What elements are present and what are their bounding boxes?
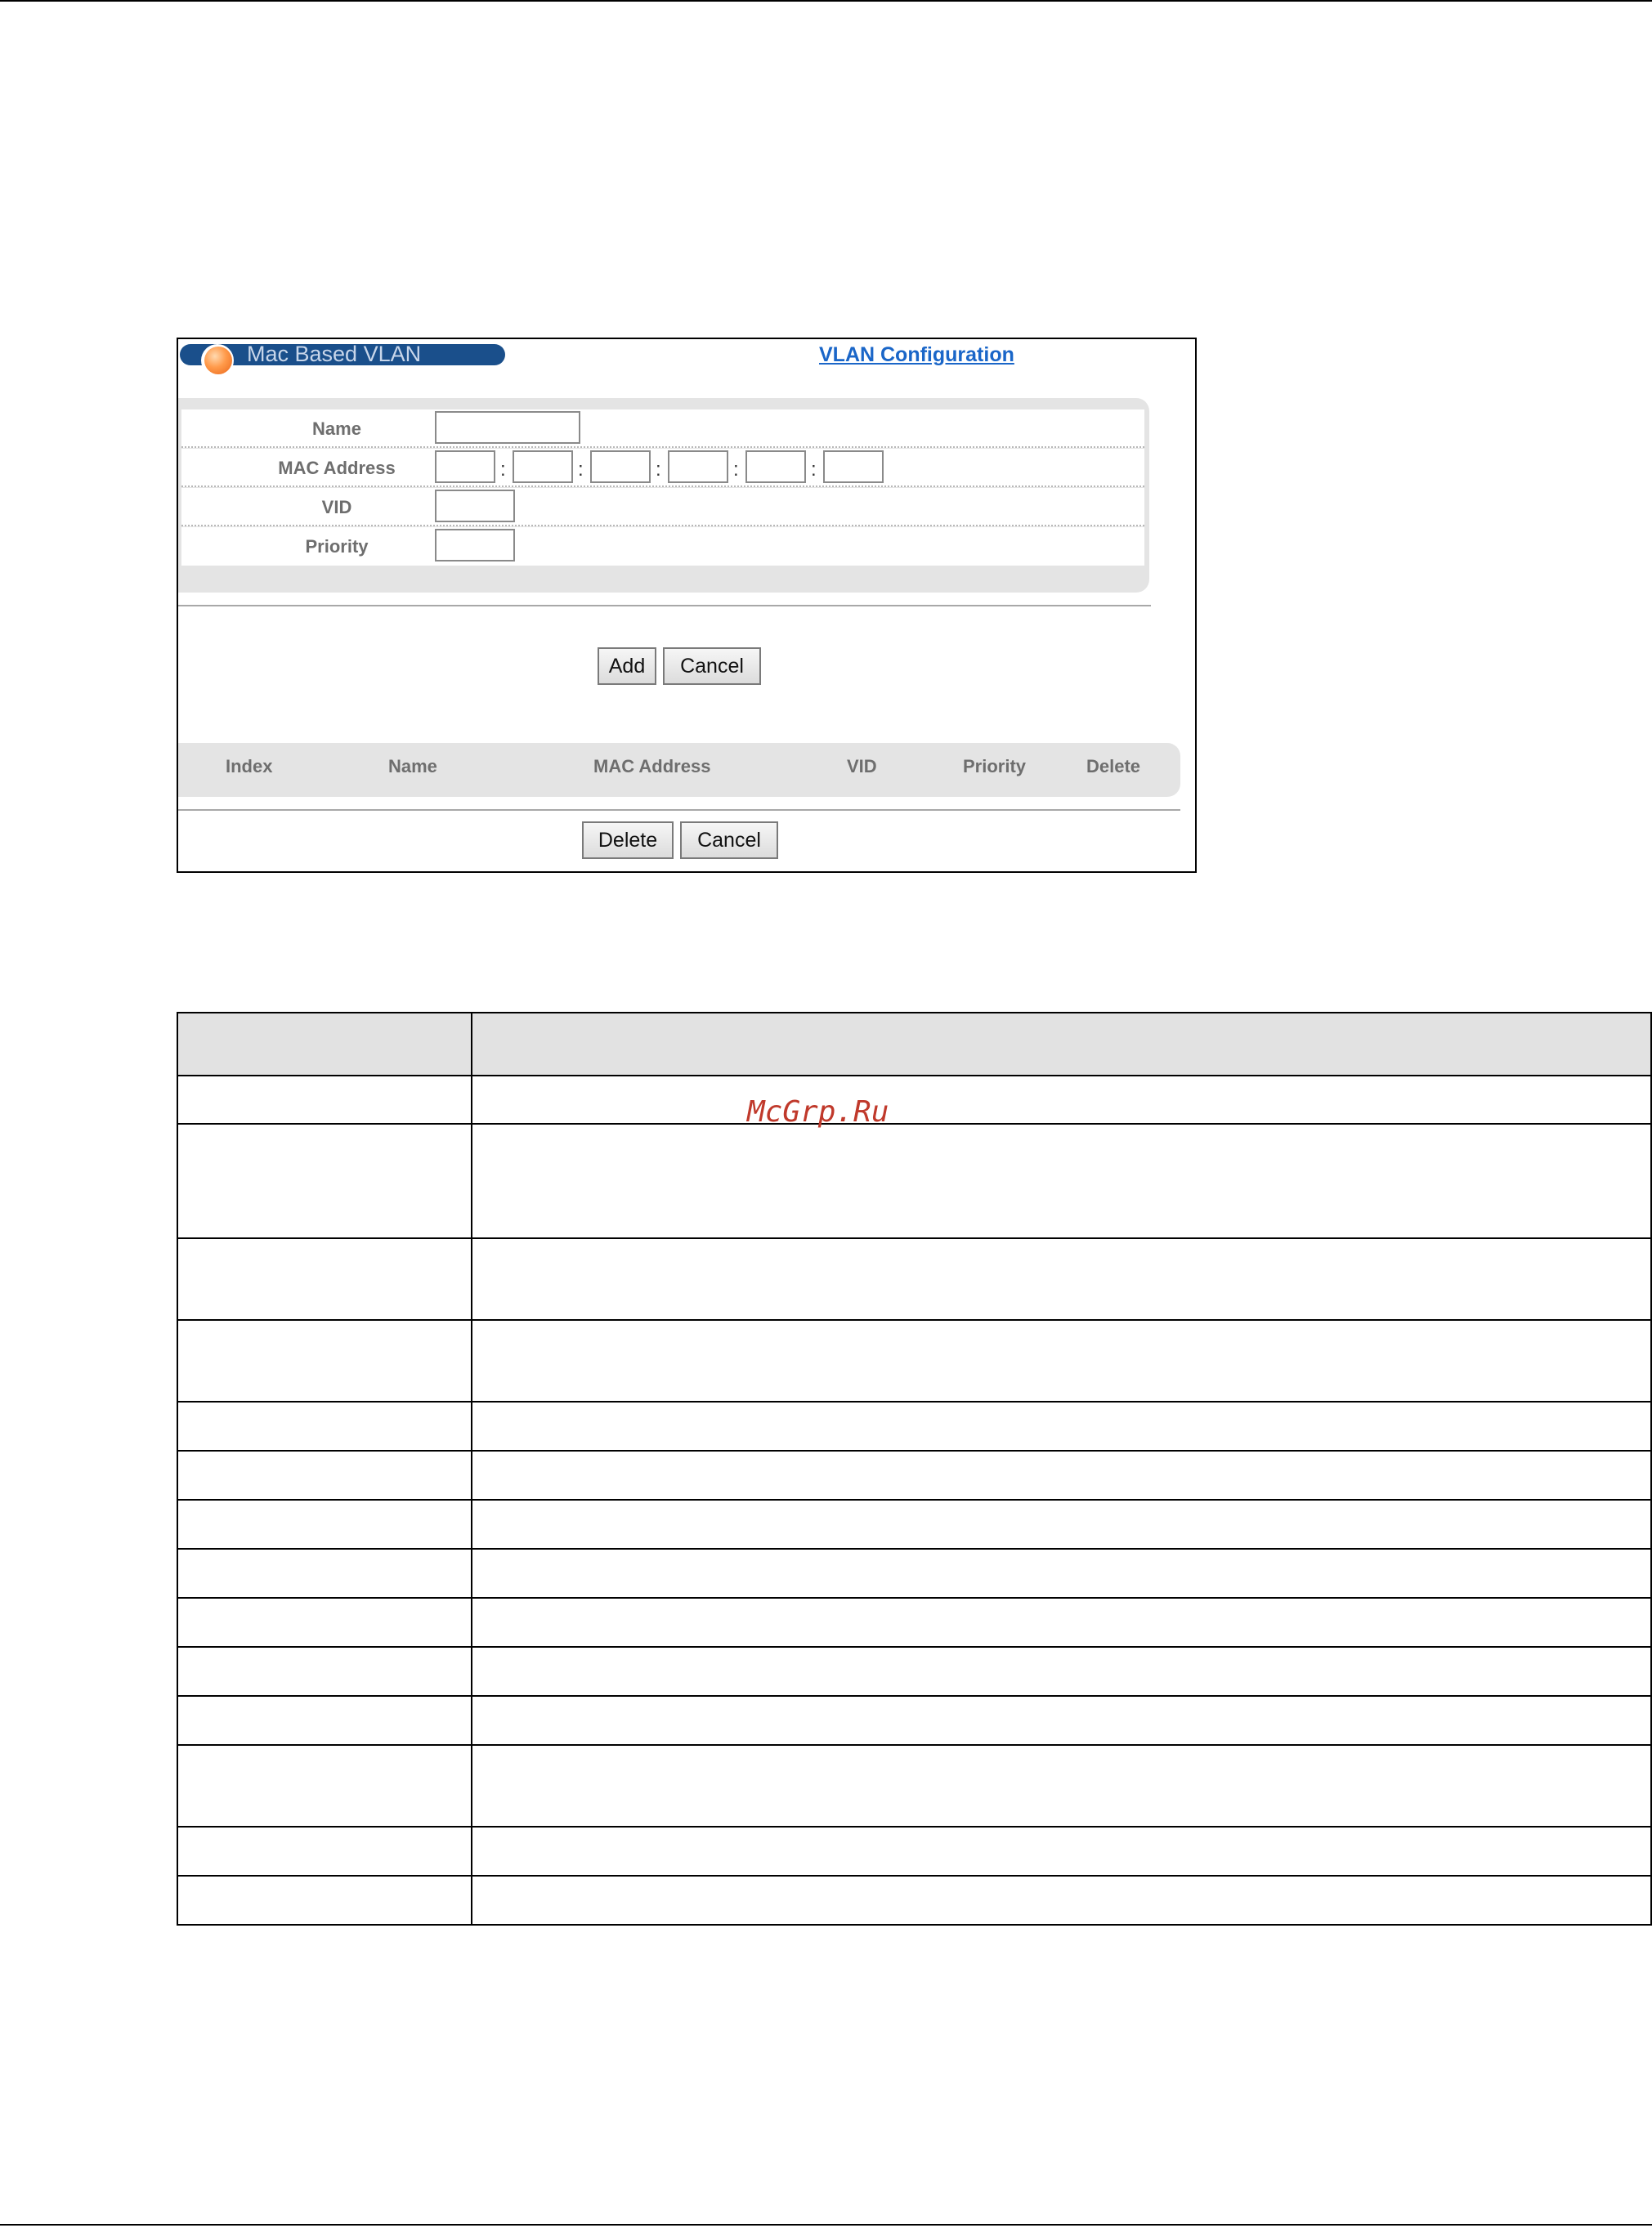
table-header-row (177, 1012, 1652, 1076)
priority-input[interactable] (435, 529, 515, 561)
table-cell (471, 1499, 1652, 1550)
mac-separator: : (578, 459, 584, 481)
table-cell (471, 1319, 1652, 1403)
table-cell (177, 1744, 472, 1828)
table-row (177, 1695, 1652, 1746)
table-cell (471, 1123, 1652, 1239)
table-cell (471, 1450, 1652, 1501)
mac-separator: : (500, 459, 506, 481)
form-row-mac-address: MAC Address : : : : : (181, 449, 1144, 487)
table-row (177, 1875, 1652, 1926)
add-button[interactable]: Add (598, 647, 656, 685)
list-divider (178, 809, 1180, 811)
form-row-vid: VID (181, 488, 1144, 526)
cancel-button[interactable]: Cancel (663, 647, 761, 685)
table-cell (177, 1237, 472, 1321)
mac-separator: : (656, 459, 661, 481)
delete-button[interactable]: Delete (582, 821, 674, 859)
column-name: Name (388, 756, 437, 776)
page-top-rule (0, 0, 1652, 2)
mac-octet-4-input[interactable] (668, 450, 728, 483)
vlan-configuration-link[interactable]: VLAN Configuration (819, 342, 1014, 367)
table-cell (471, 1401, 1652, 1452)
mac-octet-3-input[interactable] (590, 450, 651, 483)
table-row (177, 1744, 1652, 1828)
cancel-button-2[interactable]: Cancel (680, 821, 778, 859)
vlan-list-header: Index Name MAC Address VID Priority Dele… (178, 743, 1180, 797)
watermark: McGrp.Ru (747, 1095, 889, 1129)
table-row (177, 1548, 1652, 1599)
mac-octet-5-input[interactable] (745, 450, 806, 483)
entry-form: Name MAC Address : : : : : VID Priority (178, 398, 1149, 593)
table-row (177, 1237, 1652, 1321)
form-row-name: Name (181, 409, 1144, 448)
table-cell (471, 1744, 1652, 1828)
mac-octet-2-input[interactable] (513, 450, 573, 483)
table-cell (177, 1401, 472, 1452)
table-cell (177, 1123, 472, 1239)
vid-input[interactable] (435, 490, 515, 522)
table-row (177, 1319, 1652, 1403)
table-cell (177, 1548, 472, 1599)
table-row (177, 1597, 1652, 1648)
panel-title: Mac Based VLAN (247, 342, 422, 366)
table-row (177, 1075, 1652, 1125)
column-mac-address: MAC Address (593, 756, 711, 776)
table-row (177, 1401, 1652, 1452)
table-cell (471, 1548, 1652, 1599)
table-row (177, 1450, 1652, 1501)
name-label: Name (312, 418, 361, 439)
table-cell (177, 1450, 472, 1501)
table-row (177, 1123, 1652, 1239)
table-header-cell (177, 1012, 472, 1076)
priority-label: Priority (305, 536, 369, 557)
table-cell (471, 1695, 1652, 1746)
field-description-table (177, 1012, 1652, 1926)
name-input[interactable] (435, 411, 580, 444)
table-cell (177, 1646, 472, 1697)
table-cell (177, 1875, 472, 1926)
table-cell (177, 1319, 472, 1403)
table-cell (177, 1826, 472, 1877)
column-index: Index (226, 756, 273, 776)
mac-based-vlan-screen: Mac Based VLAN VLAN Configuration Name M… (177, 338, 1197, 873)
table-cell (471, 1875, 1652, 1926)
table-cell (471, 1646, 1652, 1697)
mac-separator: : (811, 459, 817, 481)
vid-label: VID (321, 497, 352, 517)
form-divider (178, 605, 1151, 606)
mac-address-label: MAC Address (278, 458, 396, 478)
table-cell (177, 1499, 472, 1550)
table-cell (177, 1075, 472, 1125)
table-cell (177, 1597, 472, 1648)
table-header-cell (471, 1012, 1652, 1076)
table-cell (471, 1826, 1652, 1877)
column-vid: VID (847, 756, 877, 776)
column-priority: Priority (963, 756, 1027, 776)
form-row-priority: Priority (181, 527, 1144, 566)
table-cell (471, 1597, 1652, 1648)
mac-octet-6-input[interactable] (823, 450, 884, 483)
table-row (177, 1826, 1652, 1877)
table-cell (471, 1075, 1652, 1125)
table-row (177, 1499, 1652, 1550)
table-cell (471, 1237, 1652, 1321)
table-row (177, 1646, 1652, 1697)
mac-octet-1-input[interactable] (435, 450, 495, 483)
table-cell (177, 1695, 472, 1746)
page-bottom-rule (0, 2224, 1652, 2226)
orange-orb-icon (204, 347, 232, 374)
mac-separator: : (733, 459, 739, 481)
column-delete: Delete (1086, 756, 1141, 776)
